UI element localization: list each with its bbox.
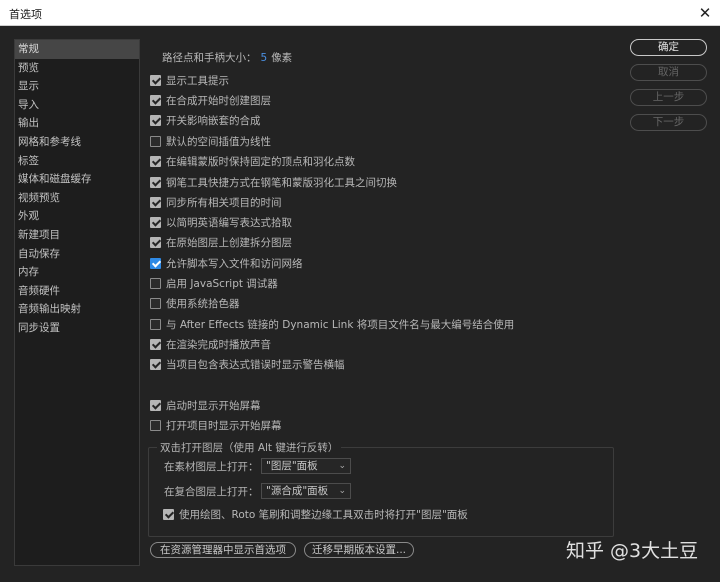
checkbox-create-layers[interactable] — [150, 94, 161, 106]
checkbox-pen-shortcut[interactable] — [150, 176, 161, 188]
migrate-settings-button[interactable]: 迁移早期版本设置... — [304, 542, 414, 558]
group-legend: 双击打开图层（使用 Alt 键进行反转） — [157, 440, 342, 455]
cancel-button[interactable]: 取消 — [630, 64, 707, 81]
close-icon[interactable]: ✕ — [690, 0, 720, 26]
checkbox-play-sound[interactable] — [150, 338, 161, 350]
reveal-prefs-button[interactable]: 在资源管理器中显示首选项 — [150, 542, 296, 558]
checkbox-expression-banner[interactable] — [150, 358, 161, 370]
option-label: 显示工具提示 — [166, 74, 229, 87]
option-label: 开关影响嵌套的合成 — [166, 114, 261, 127]
sidebar-item-general[interactable]: 常规 — [15, 40, 139, 59]
sidebar-item-import[interactable]: 导入 — [15, 96, 139, 115]
general-panel: 路径点和手柄大小： 5 像素 显示工具提示 在合成开始时创建图层 开关影响嵌套的合成… — [148, 40, 618, 570]
window-title: 首选项 — [9, 8, 42, 21]
checkbox-preserve-vertex[interactable] — [150, 155, 161, 167]
checkbox-show-tooltips[interactable] — [150, 74, 161, 86]
option-sync-time[interactable]: 同步所有相关项目的时间 — [150, 194, 282, 210]
ok-button[interactable]: 确定 — [630, 39, 707, 56]
option-label: 打开项目时显示开始屏幕 — [166, 419, 282, 432]
comp-layer-label: 在复合图层上打开： — [164, 486, 259, 498]
footage-layer-label: 在素材图层上打开： — [164, 461, 259, 473]
sidebar-item-output[interactable]: 输出 — [15, 114, 139, 133]
chevron-down-icon: ⌄ — [338, 486, 346, 496]
option-label: 与 After Effects 链接的 Dynamic Link 将项目文件名与… — [166, 318, 515, 331]
sidebar-item-media-cache[interactable]: 媒体和磁盘缓存 — [15, 170, 139, 189]
option-label: 启动时显示开始屏幕 — [166, 399, 261, 412]
option-start-screen-on-open[interactable]: 打开项目时显示开始屏幕 — [150, 417, 282, 433]
option-label: 在渲染完成时播放声音 — [166, 338, 271, 351]
option-label: 默认的空间插值为线性 — [166, 135, 271, 148]
option-label: 钢笔工具快捷方式在钢笔和蒙版羽化工具之间切换 — [166, 176, 397, 189]
option-label: 当项目包含表达式错误时显示警告横幅 — [166, 358, 345, 371]
option-label: 在合成开始时创建图层 — [166, 94, 271, 107]
sidebar-item-grids-guides[interactable]: 网格和参考线 — [15, 133, 139, 152]
option-show-tooltips[interactable]: 显示工具提示 — [150, 72, 229, 88]
sidebar-item-preview[interactable]: 预览 — [15, 59, 139, 78]
option-label: 允许脚本写入文件和访问网络 — [166, 257, 303, 270]
checkbox-start-screen-open[interactable] — [150, 419, 161, 431]
next-button[interactable]: 下一步 — [630, 114, 707, 131]
option-label: 同步所有相关项目的时间 — [166, 196, 282, 209]
sidebar-item-audio-output-mapping[interactable]: 音频输出映射 — [15, 300, 139, 319]
sidebar-item-sync-settings[interactable]: 同步设置 — [15, 319, 139, 338]
title-bar: 首选项 ✕ — [0, 0, 720, 26]
sidebar-item-video-preview[interactable]: 视频预览 — [15, 189, 139, 208]
previous-button[interactable]: 上一步 — [630, 89, 707, 106]
option-create-layers-at-comp-start[interactable]: 在合成开始时创建图层 — [150, 92, 271, 108]
checkbox-allow-scripts[interactable] — [150, 257, 161, 269]
option-pen-tool-shortcut[interactable]: 钢笔工具快捷方式在钢笔和蒙版羽化工具之间切换 — [150, 174, 397, 190]
checkbox-start-screen-launch[interactable] — [150, 399, 161, 411]
option-javascript-debugger[interactable]: 启用 JavaScript 调试器 — [150, 275, 278, 291]
sidebar-item-display[interactable]: 显示 — [15, 77, 139, 96]
option-label: 在原始图层上创建拆分图层 — [166, 236, 292, 249]
option-label: 使用系统拾色器 — [166, 297, 240, 310]
footage-layer-value: "图层"面板 — [266, 460, 318, 472]
option-label: 启用 JavaScript 调试器 — [166, 277, 278, 290]
option-dynamic-link-filename[interactable]: 与 After Effects 链接的 Dynamic Link 将项目文件名与… — [150, 316, 514, 332]
sidebar-item-new-project[interactable]: 新建项目 — [15, 226, 139, 245]
option-label: 以简明英语编写表达式拾取 — [166, 216, 292, 229]
category-list[interactable]: 常规 预览 显示 导入 输出 网格和参考线 标签 媒体和磁盘缓存 视频预览 外观… — [14, 39, 140, 566]
path-size-value[interactable]: 5 — [261, 52, 268, 64]
option-start-screen-on-launch[interactable]: 启动时显示开始屏幕 — [150, 397, 261, 413]
path-size-label: 路径点和手柄大小： — [162, 52, 257, 64]
comp-layer-select[interactable]: "源合成"面板 ⌄ — [261, 483, 351, 499]
checkbox-sync-time[interactable] — [150, 196, 161, 208]
checkbox-dynamic-link[interactable] — [150, 318, 161, 330]
footage-layer-select[interactable]: "图层"面板 ⌄ — [261, 458, 351, 474]
checkbox-switches-nested[interactable] — [150, 114, 161, 126]
option-split-layers-above[interactable]: 在原始图层上创建拆分图层 — [150, 234, 292, 250]
chevron-down-icon: ⌄ — [338, 461, 346, 471]
sidebar-item-appearance[interactable]: 外观 — [15, 207, 139, 226]
option-allow-scripts-network[interactable]: 允许脚本写入文件和访问网络 — [150, 255, 303, 271]
option-preserve-vertex-count[interactable]: 在编辑蒙版时保持固定的顶点和羽化点数 — [150, 153, 355, 169]
option-linear-spatial-interpolation[interactable]: 默认的空间插值为线性 — [150, 133, 271, 149]
checkbox-system-color-picker[interactable] — [150, 297, 161, 309]
option-switches-affect-nested[interactable]: 开关影响嵌套的合成 — [150, 112, 261, 128]
option-label: 在编辑蒙版时保持固定的顶点和羽化点数 — [166, 155, 355, 168]
watermark: 知乎 @3大土豆 — [566, 540, 699, 562]
option-expression-error-banner[interactable]: 当项目包含表达式错误时显示警告横幅 — [150, 356, 345, 372]
option-paint-tools-double-click[interactable]: 使用绘图、Roto 笔刷和调整边缘工具双击时将打开"图层"面板 — [163, 506, 468, 522]
checkbox-js-debugger[interactable] — [150, 277, 161, 289]
checkbox-split-layers[interactable] — [150, 236, 161, 248]
comp-layer-value: "源合成"面板 — [266, 485, 329, 497]
path-size-unit: 像素 — [271, 52, 293, 64]
option-label: 使用绘图、Roto 笔刷和调整边缘工具双击时将打开"图层"面板 — [179, 508, 468, 521]
option-plain-english-expressions[interactable]: 以简明英语编写表达式拾取 — [150, 214, 292, 230]
option-system-color-picker[interactable]: 使用系统拾色器 — [150, 295, 240, 311]
checkbox-paint-tools[interactable] — [163, 508, 174, 520]
option-play-sound-on-render[interactable]: 在渲染完成时播放声音 — [150, 336, 271, 352]
checkbox-plain-english[interactable] — [150, 216, 161, 228]
double-click-group: 双击打开图层（使用 Alt 键进行反转） 在素材图层上打开： "图层"面板 ⌄ … — [148, 440, 614, 537]
sidebar-item-audio-hardware[interactable]: 音频硬件 — [15, 282, 139, 301]
path-size-setting: 路径点和手柄大小： 5 像素 — [162, 50, 292, 65]
checkbox-linear-interpolation[interactable] — [150, 135, 161, 147]
sidebar-item-labels[interactable]: 标签 — [15, 152, 139, 171]
sidebar-item-auto-save[interactable]: 自动保存 — [15, 245, 139, 264]
sidebar-item-memory[interactable]: 内存 — [15, 263, 139, 282]
